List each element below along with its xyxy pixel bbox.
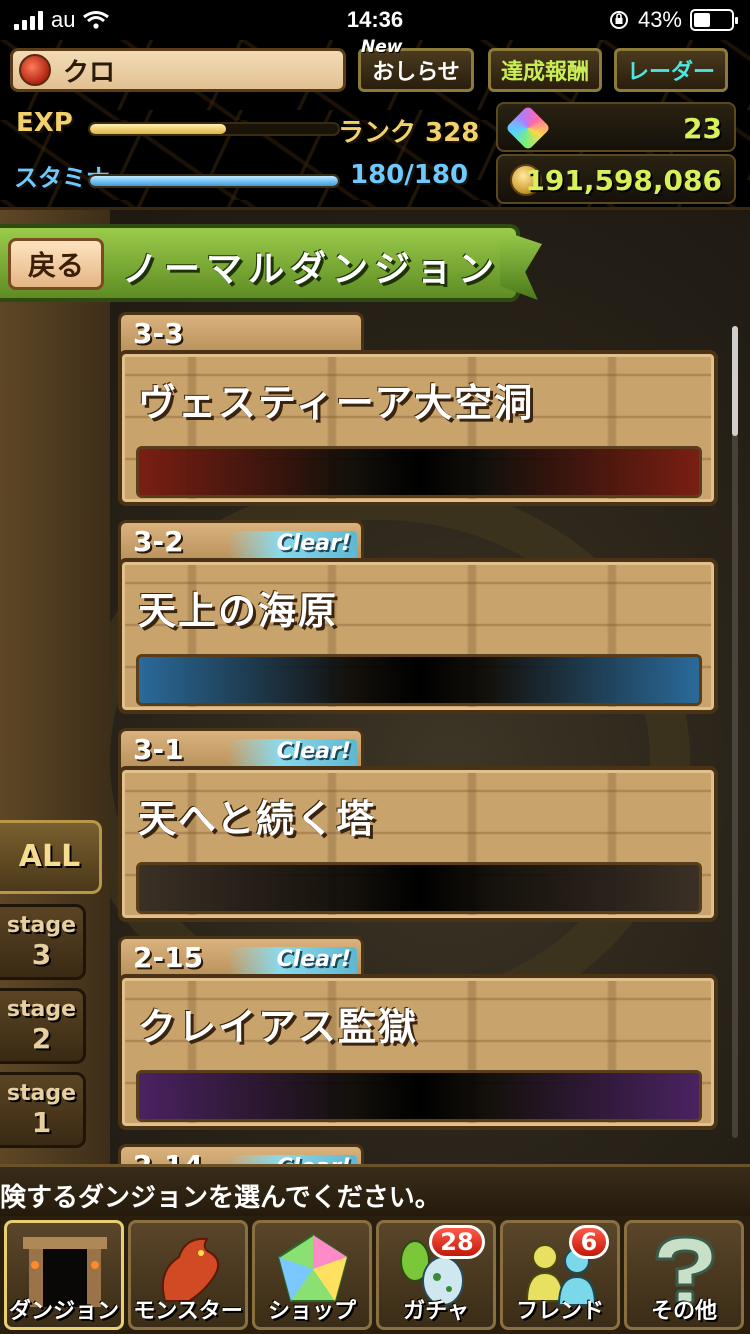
dungeon-preview <box>136 654 702 706</box>
radar-label: レーダー <box>626 60 715 85</box>
dungeon-name: 天へと続く塔 <box>138 797 377 841</box>
gacha-badge: 28 <box>429 1225 485 1259</box>
player-name-box[interactable]: クロ <box>10 48 346 92</box>
filter-stage-number: 3 <box>31 938 52 971</box>
status-bar: au 14:36 43% <box>0 0 750 40</box>
filter-stage-number: 2 <box>31 1022 52 1055</box>
back-button[interactable]: 戻る <box>8 238 104 290</box>
filter-stage-label: stage <box>6 997 77 1022</box>
dungeon-number: 2-15 <box>133 941 204 974</box>
stamina-value: 180/180 <box>350 160 469 190</box>
magic-stone-icon <box>505 105 551 151</box>
dungeon-item[interactable]: 2-14 Clear! <box>118 1144 718 1164</box>
dungeon-preview <box>136 1070 702 1122</box>
nav-gacha[interactable]: 28 ガチャ <box>376 1220 496 1330</box>
filter-all-label: ALL <box>18 839 81 874</box>
clear-badge: Clear! <box>227 1155 357 1164</box>
dungeon-item[interactable]: 3-3 ヴェスティーア大空洞 <box>118 312 718 508</box>
nav-other-label: その他 <box>650 1299 717 1324</box>
dungeon-card[interactable]: 天上の海原 <box>118 558 718 714</box>
title-banner: 戻る ノーマルダンジョン <box>0 224 542 302</box>
nav-dungeon-label: ダンジョン <box>8 1299 119 1324</box>
dungeon-name: ヴェスティーア大空洞 <box>138 381 535 425</box>
exp-bar <box>88 122 340 136</box>
nav-shop[interactable]: ショップ <box>252 1220 372 1330</box>
news-label: おしらせ <box>372 60 460 85</box>
dungeon-card[interactable]: ヴェスティーア大空洞 <box>118 350 718 506</box>
coin-count: 191,598,086 <box>525 164 722 197</box>
magic-stone-box: 23 <box>496 102 736 152</box>
filter-stage-1-button[interactable]: stage 1 <box>0 1072 86 1148</box>
nav-monster-label: モンスター <box>133 1299 243 1324</box>
dungeon-number: 3-1 <box>133 733 184 766</box>
nav-monster[interactable]: モンスター <box>128 1220 248 1330</box>
dungeon-item[interactable]: 3-1 Clear! 天へと続く塔 <box>118 728 718 924</box>
player-header: クロ New おしらせ 達成報酬 レーダー EXP ランク 328 スタミナ 1… <box>0 37 750 210</box>
filter-stage-label: stage <box>6 913 77 938</box>
dungeon-name: クレイアス監獄 <box>138 1005 419 1049</box>
orientation-lock-icon <box>609 11 628 29</box>
radar-button[interactable]: レーダー <box>614 48 728 92</box>
dungeon-preview <box>136 862 702 914</box>
clear-badge: Clear! <box>227 739 357 767</box>
filter-stage-number: 1 <box>31 1106 52 1139</box>
filter-stage-label: stage <box>6 1081 77 1106</box>
friend-badge: 6 <box>569 1225 609 1259</box>
dungeon-item[interactable]: 3-2 Clear! 天上の海原 <box>118 520 718 716</box>
scrollbar-thumb[interactable] <box>732 326 738 436</box>
dungeon-number: 2-14 <box>133 1149 203 1164</box>
news-button[interactable]: New おしらせ <box>358 37 474 92</box>
stamina-bar <box>88 174 340 188</box>
instruction-message: 冒険するダンジョンを選んでください。 <box>0 1164 750 1216</box>
clear-badge: Clear! <box>227 947 357 975</box>
list-scrollbar[interactable] <box>732 326 738 1138</box>
nav-friend-label: フレンド <box>515 1299 604 1324</box>
dungeon-list[interactable]: 3-3 ヴェスティーア大空洞 3-2 Clear! 天上の海原 3-1 Clear! 天へと続… <box>118 312 718 1164</box>
dungeon-item[interactable]: 2-15 Clear! クレイアス監獄 <box>118 936 718 1132</box>
nav-shop-label: ショップ <box>267 1299 356 1324</box>
page-title: ノーマルダンジョン <box>122 249 501 290</box>
coin-box: 191,598,086 <box>496 154 736 204</box>
magic-stone-count: 23 <box>683 112 722 145</box>
instruction-text: 冒険するダンジョンを選んでください。 <box>0 1183 441 1213</box>
dungeon-number: 3-3 <box>133 317 184 350</box>
dungeon-name: 天上の海原 <box>138 589 339 633</box>
nav-friend[interactable]: 6 フレンド <box>500 1220 620 1330</box>
player-rank: ランク 328 <box>338 118 480 148</box>
bottom-nav: ダンジョン モンスター ショップ 28 ガチャ 6 フレンド その他 <box>0 1216 750 1334</box>
dungeon-preview <box>136 446 702 498</box>
clear-badge: Clear! <box>227 531 357 559</box>
dungeon-card[interactable]: クレイアス監獄 <box>118 974 718 1130</box>
dungeon-number: 3-2 <box>133 525 184 558</box>
new-tag: New <box>361 37 403 57</box>
dungeon-card[interactable]: 天へと続く塔 <box>118 766 718 922</box>
nav-gacha-label: ガチャ <box>403 1299 469 1324</box>
filter-all-button[interactable]: ALL <box>0 820 102 894</box>
nav-dungeon[interactable]: ダンジョン <box>4 1220 124 1330</box>
nav-other[interactable]: その他 <box>624 1220 744 1330</box>
filter-stage-3-button[interactable]: stage 3 <box>0 904 86 980</box>
exp-label: EXP <box>16 108 73 138</box>
achievements-label: 達成報酬 <box>500 60 589 85</box>
dungeon-tab: 2-14 Clear! <box>118 1144 364 1164</box>
player-avatar <box>19 54 51 86</box>
battery-icon <box>690 9 738 31</box>
filter-stage-2-button[interactable]: stage 2 <box>0 988 86 1064</box>
back-label: 戻る <box>27 249 84 282</box>
battery-percent: 43% <box>637 7 682 32</box>
achievements-button[interactable]: 達成報酬 <box>488 48 602 92</box>
player-name: クロ <box>63 57 116 88</box>
